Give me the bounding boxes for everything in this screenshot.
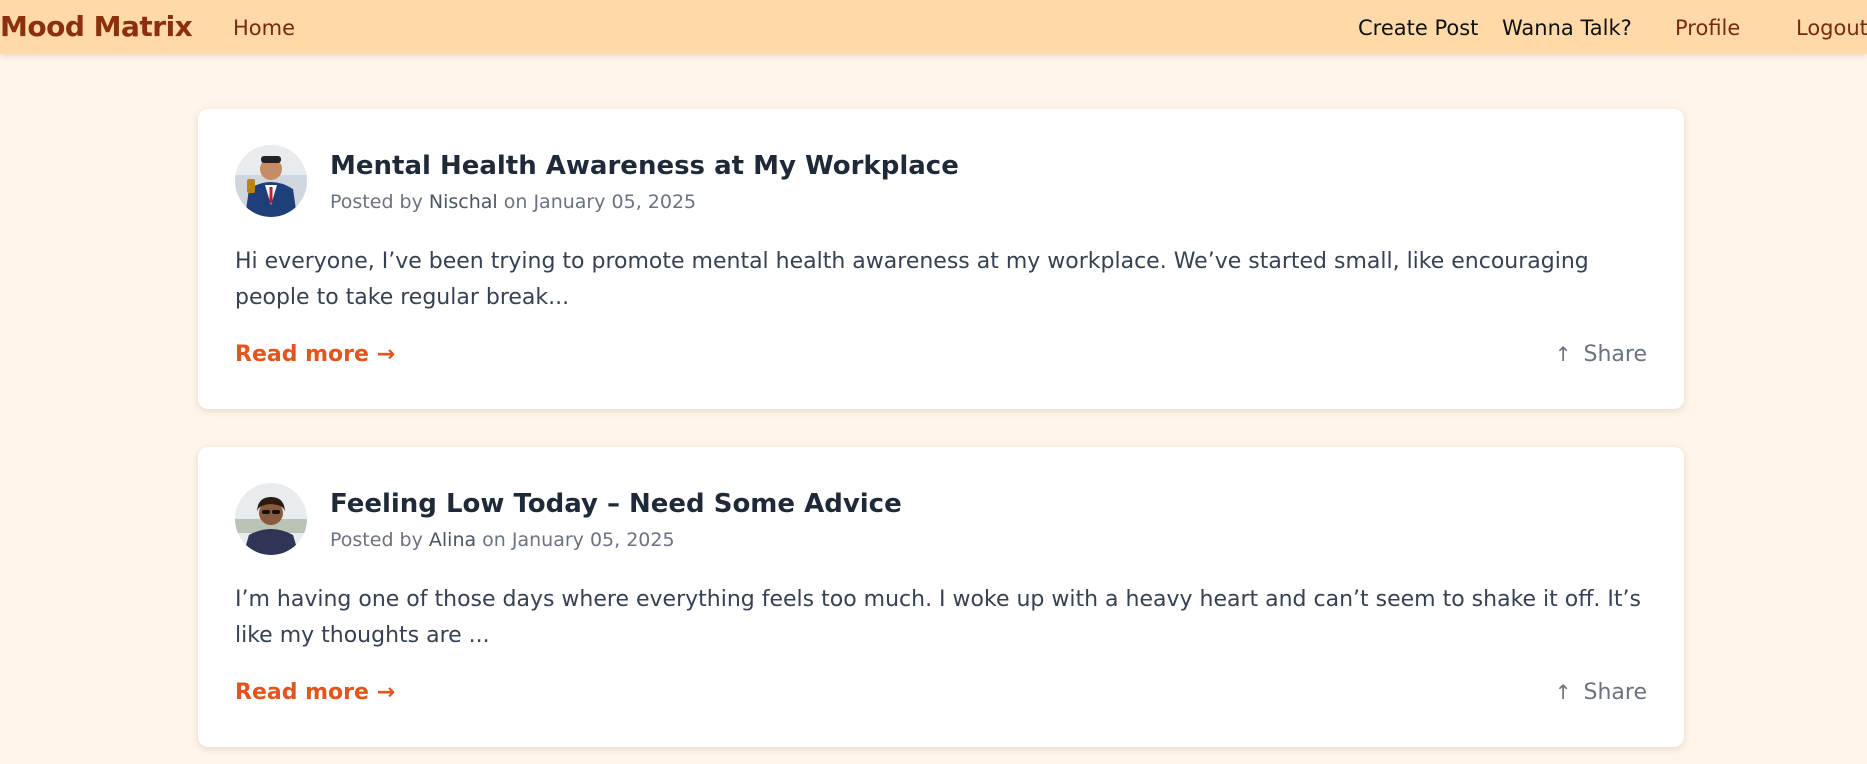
- nav-home-link[interactable]: Home: [233, 16, 295, 40]
- share-label: Share: [1583, 680, 1648, 705]
- post-excerpt: I’m having one of those days where every…: [235, 587, 1641, 648]
- post-author: Alina: [428, 529, 477, 551]
- post-meta: Posted by Alina on January 05, 2025: [330, 529, 675, 551]
- nav-logout-link[interactable]: Logout: [1796, 16, 1867, 40]
- date-label: on: [497, 191, 534, 213]
- navbar: Mood Matrix Home Create Post Wanna Talk?…: [0, 0, 1867, 54]
- share-arrow-icon: ↑: [1554, 680, 1572, 704]
- share-button[interactable]: ↑ Share: [1555, 342, 1647, 367]
- posted-by-label: Posted by: [330, 191, 429, 213]
- post-date: January 05, 2025: [511, 529, 675, 551]
- avatar[interactable]: [235, 145, 307, 217]
- post-author: Nischal: [428, 191, 498, 213]
- user-photo-icon: [235, 483, 307, 555]
- post-date: January 05, 2025: [533, 191, 697, 213]
- share-label: Share: [1583, 342, 1648, 367]
- share-button[interactable]: ↑ Share: [1555, 680, 1647, 705]
- post-card: Feeling Low Today – Need Some Advice Pos…: [198, 447, 1684, 747]
- date-label: on: [476, 529, 512, 551]
- nav-create-post-link[interactable]: Create Post: [1358, 16, 1478, 40]
- read-more-link[interactable]: Read more →: [235, 342, 395, 367]
- avatar[interactable]: [235, 483, 307, 555]
- read-more-link[interactable]: Read more →: [235, 680, 395, 705]
- user-photo-icon: [235, 145, 307, 217]
- post-meta: Posted by Nischal on January 05, 2025: [330, 191, 696, 213]
- brand-logo[interactable]: Mood Matrix: [0, 10, 193, 43]
- post-title[interactable]: Mental Health Awareness at My Workplace: [330, 151, 959, 181]
- nav-profile-link[interactable]: Profile: [1675, 16, 1740, 40]
- post-card: Mental Health Awareness at My Workplace …: [198, 109, 1684, 409]
- post-title[interactable]: Feeling Low Today – Need Some Advice: [330, 489, 902, 519]
- share-arrow-icon: ↑: [1554, 342, 1572, 366]
- posted-by-label: Posted by: [330, 529, 429, 551]
- nav-wanna-talk-link[interactable]: Wanna Talk?: [1502, 16, 1632, 40]
- post-excerpt: Hi everyone, I’ve been trying to promote…: [235, 249, 1589, 310]
